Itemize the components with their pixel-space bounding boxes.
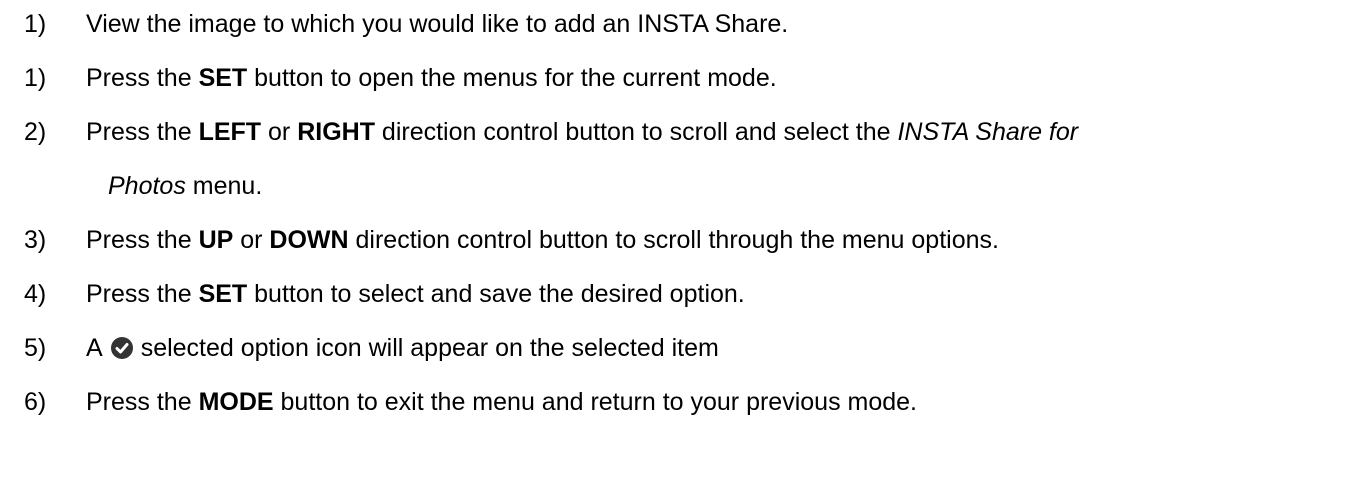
- set-button-label: SET: [198, 64, 248, 92]
- step-text: Press the SET button to select and save …: [86, 280, 745, 308]
- step-text: Aselected option icon will appear on the…: [86, 334, 719, 362]
- step-text: Press the MODE button to exit the menu a…: [86, 388, 917, 416]
- step-text: View the image to which you would like t…: [86, 10, 789, 38]
- menu-name: INSTA Share for: [897, 118, 1079, 146]
- step-number: 1): [24, 64, 47, 92]
- step-number: 3): [24, 226, 47, 254]
- step-text: Press the LEFT or RIGHT direction contro…: [86, 118, 1079, 146]
- check-circle-icon: [110, 337, 133, 359]
- step-number: 1): [24, 10, 47, 38]
- left-button-label: LEFT: [198, 118, 262, 146]
- up-button-label: UP: [198, 226, 234, 254]
- mode-button-label: MODE: [198, 388, 274, 416]
- set-button-label: SET: [198, 280, 248, 308]
- step-number: 2): [24, 118, 47, 146]
- step-text: Press the UP or DOWN direction control b…: [86, 226, 999, 254]
- step-text: Press the SET button to open the menus f…: [86, 64, 777, 92]
- step-number: 5): [24, 334, 47, 362]
- down-button-label: DOWN: [269, 226, 349, 254]
- menu-name: Photos: [108, 172, 186, 200]
- instruction-steps: 1) View the image to which you would lik…: [0, 0, 1359, 480]
- step-text: Photos menu.: [108, 172, 263, 200]
- step-number: 4): [24, 280, 47, 308]
- right-button-label: RIGHT: [297, 118, 375, 146]
- step-number: 6): [24, 388, 47, 416]
